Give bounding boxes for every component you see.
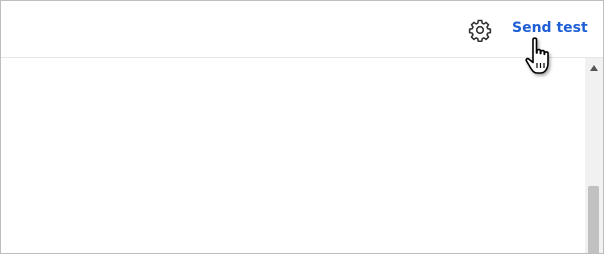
editor-panel: Send test (0, 0, 604, 254)
scroll-up-arrow-icon[interactable] (590, 65, 598, 71)
vertical-scrollbar[interactable] (585, 58, 603, 253)
send-test-button[interactable]: Send test (512, 20, 588, 36)
toolbar: Send test (1, 1, 603, 58)
gear-icon[interactable] (468, 18, 492, 43)
scrollbar-thumb[interactable] (588, 186, 599, 253)
email-preview-area (1, 58, 585, 253)
